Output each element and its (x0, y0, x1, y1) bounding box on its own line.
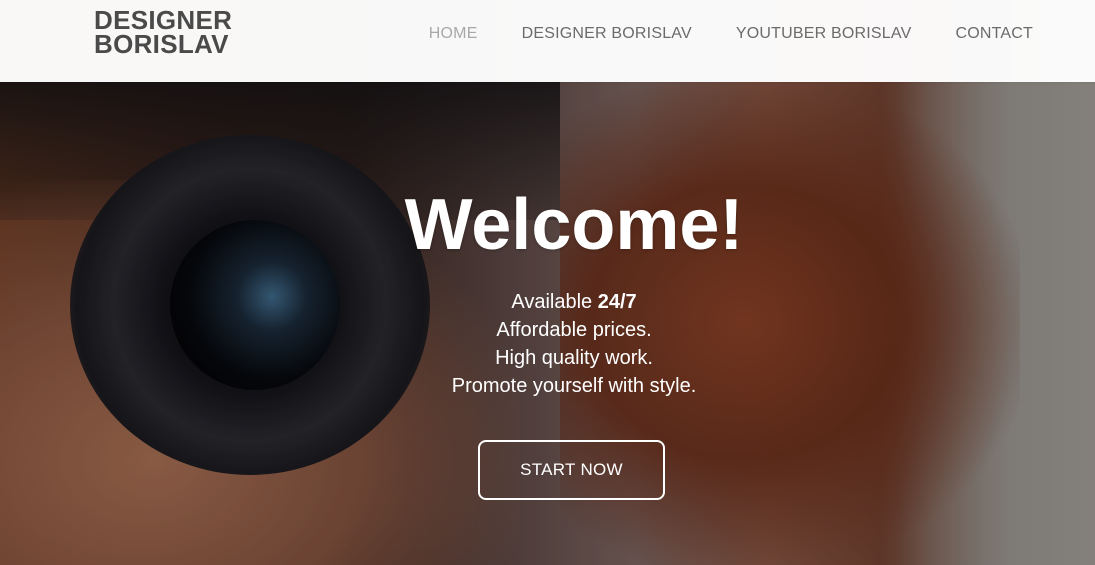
nav-item-home[interactable]: HOME (429, 24, 478, 44)
tagline-availability-hours: 24/7 (597, 291, 637, 313)
hero-tagline: Available 24/7 Affordable prices. High q… (0, 288, 1095, 400)
tagline-line-prices: Affordable prices. (496, 319, 652, 341)
hero-title: Welcome! (404, 185, 744, 265)
tagline-line-quality: High quality work. (495, 347, 653, 369)
logo-line-2: BORISLAV (94, 29, 229, 59)
tagline-line-promote: Promote yourself with style. (451, 375, 697, 397)
nav-item-contact[interactable]: CONTACT (955, 24, 1033, 44)
main-nav: HOME DESIGNER BORISLAV YOUTUBER BORISLAV… (385, 24, 1033, 44)
start-now-button[interactable]: START NOW (478, 440, 665, 500)
site-logo[interactable]: DESIGNER BORISLAV (94, 7, 232, 59)
site-header: DESIGNER BORISLAV HOME DESIGNER BORISLAV… (0, 0, 1095, 82)
nav-item-designer-borislav[interactable]: DESIGNER BORISLAV (522, 24, 692, 44)
nav-item-youtuber-borislav[interactable]: YOUTUBER BORISLAV (736, 24, 912, 44)
tagline-availability-prefix: Available (511, 291, 598, 313)
page: DESIGNER BORISLAV HOME DESIGNER BORISLAV… (0, 0, 1095, 565)
tagline-line-availability: Available 24/7 (0, 288, 1095, 316)
